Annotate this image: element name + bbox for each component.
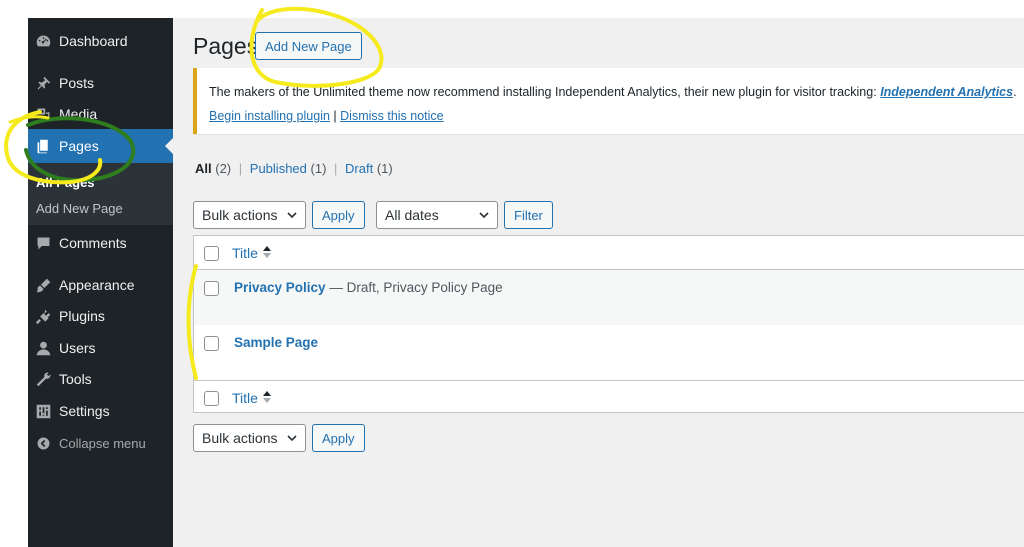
notice-text: The makers of the Unlimited theme now re…: [209, 85, 877, 99]
table-header: Title: [194, 236, 1024, 270]
wrench-icon: [33, 369, 53, 389]
chevron-down-icon: [479, 212, 489, 219]
notice-separator: |: [333, 109, 337, 123]
dates-filter-select[interactable]: All dates: [376, 201, 498, 229]
table-footer: Title: [194, 380, 1024, 414]
sidebar-item-tools[interactable]: Tools: [28, 362, 173, 396]
begin-installing-plugin-link[interactable]: Begin installing plugin: [209, 109, 330, 123]
pages-icon: [33, 136, 53, 156]
independent-analytics-link[interactable]: Independent Analytics: [880, 85, 1013, 99]
apply-button[interactable]: Apply: [312, 201, 365, 229]
collapse-menu-button[interactable]: Collapse menu: [28, 426, 173, 460]
sidebar-item-label: Comments: [59, 235, 127, 251]
filter-published-count: (1): [310, 161, 327, 176]
table-row: Sample Page: [194, 325, 1024, 380]
sort-icon[interactable]: [262, 390, 272, 404]
notice-trailing: .: [1013, 85, 1017, 99]
select-all-checkbox[interactable]: [204, 391, 219, 406]
filter-published[interactable]: Published: [250, 161, 307, 176]
row-title: Privacy Policy — Draft, Privacy Policy P…: [234, 280, 503, 295]
status-filter-links: All (2) | Published (1) | Draft (1): [195, 161, 393, 176]
dates-filter-value: All dates: [385, 207, 439, 223]
chevron-down-icon: [287, 435, 297, 442]
sidebar-item-posts[interactable]: Posts: [28, 66, 173, 100]
apply-button-bottom[interactable]: Apply: [312, 424, 365, 452]
title-column-footer[interactable]: Title: [232, 390, 258, 406]
sidebar-item-pages[interactable]: Pages: [28, 129, 173, 163]
media-icon: [33, 104, 53, 124]
wp-admin-window: Dashboard Posts Media Pages All Pages Ad…: [0, 0, 1024, 547]
filter-all[interactable]: All: [195, 161, 212, 176]
pages-table: Title Privacy Policy — Draft, Privacy Po…: [193, 235, 1024, 413]
sidebar-item-label: Tools: [59, 371, 92, 387]
filter-separator: |: [334, 161, 338, 176]
sidebar-item-label: Posts: [59, 75, 95, 91]
brush-icon: [33, 275, 53, 295]
add-new-page-button[interactable]: Add New Page: [255, 32, 362, 60]
user-icon: [33, 338, 53, 358]
filter-all-count: (2): [215, 161, 232, 176]
sidebar-item-label: Users: [59, 340, 96, 356]
bulk-actions-value: Bulk actions: [202, 207, 278, 223]
dashboard-icon: [33, 31, 53, 51]
filter-draft[interactable]: Draft: [345, 161, 373, 176]
bulk-actions-select[interactable]: Bulk actions: [193, 201, 306, 229]
row-checkbox[interactable]: [204, 281, 219, 296]
submenu-add-new-page[interactable]: Add New Page: [36, 201, 123, 216]
row-checkbox[interactable]: [204, 336, 219, 351]
sidebar-item-label: Plugins: [59, 308, 105, 324]
chevron-down-icon: [287, 212, 297, 219]
page-title: Pages: [193, 33, 259, 59]
row-title: Sample Page: [234, 335, 318, 350]
sort-icon[interactable]: [262, 245, 272, 259]
sidebar-item-settings[interactable]: Settings: [28, 394, 173, 428]
main-content: Pages Add New Page The makers of the Unl…: [173, 18, 1024, 547]
pin-icon: [33, 73, 53, 93]
dismiss-notice-link[interactable]: Dismiss this notice: [340, 109, 444, 123]
comment-icon: [33, 233, 53, 253]
select-all-checkbox[interactable]: [204, 246, 219, 261]
admin-notice: The makers of the Unlimited theme now re…: [193, 68, 1024, 134]
sidebar-item-label: Settings: [59, 403, 110, 419]
filter-draft-count: (1): [376, 161, 393, 176]
sidebar-item-dashboard[interactable]: Dashboard: [28, 24, 173, 58]
plugin-icon: [33, 306, 53, 326]
submenu-all-pages[interactable]: All Pages: [36, 175, 95, 190]
notice-message: The makers of the Unlimited theme now re…: [209, 85, 1017, 99]
title-column-header[interactable]: Title: [232, 245, 258, 261]
collapse-icon: [33, 433, 53, 453]
bulk-actions-value: Bulk actions: [202, 430, 278, 446]
row-post-state: — Draft, Privacy Policy Page: [329, 280, 503, 295]
sidebar-item-comments[interactable]: Comments: [28, 226, 173, 260]
sidebar-item-label: Appearance: [59, 277, 135, 293]
collapse-menu-label: Collapse menu: [59, 435, 146, 451]
sidebar-item-appearance[interactable]: Appearance: [28, 268, 173, 302]
filter-separator: |: [238, 161, 243, 176]
pages-submenu: All Pages Add New Page: [28, 163, 173, 225]
privacy-policy-link[interactable]: Privacy Policy: [234, 280, 326, 295]
admin-sidebar: Dashboard Posts Media Pages All Pages Ad…: [28, 18, 173, 547]
sidebar-item-label: Pages: [59, 138, 99, 154]
settings-icon: [33, 401, 53, 421]
sidebar-item-media[interactable]: Media: [28, 97, 173, 131]
table-row: Privacy Policy — Draft, Privacy Policy P…: [194, 270, 1024, 325]
sidebar-item-users[interactable]: Users: [28, 331, 173, 365]
filter-button[interactable]: Filter: [504, 201, 553, 229]
sidebar-item-label: Media: [59, 106, 98, 122]
sample-page-link[interactable]: Sample Page: [234, 335, 318, 350]
sidebar-item-plugins[interactable]: Plugins: [28, 299, 173, 333]
bulk-actions-select-bottom[interactable]: Bulk actions: [193, 424, 306, 452]
sidebar-item-label: Dashboard: [59, 33, 128, 49]
notice-actions: Begin installing plugin | Dismiss this n…: [209, 109, 444, 123]
